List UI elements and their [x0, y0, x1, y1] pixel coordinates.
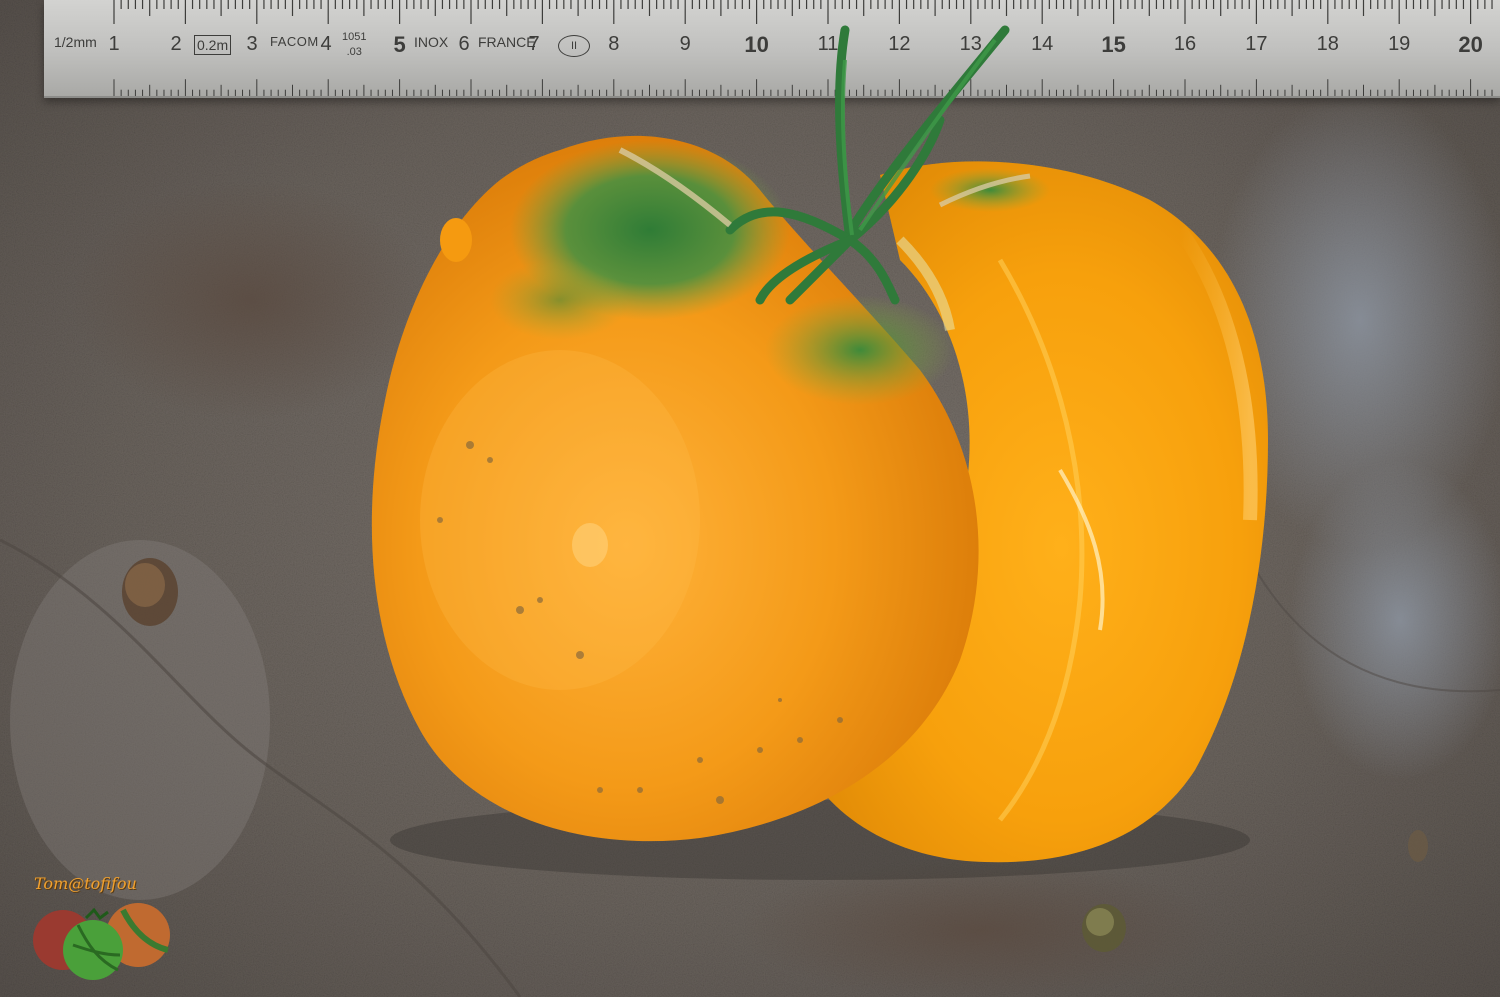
watermark-logo: Tom@tofifou [28, 872, 188, 982]
tomato-logo-icon [33, 903, 170, 980]
photo-scene: 1/2mm 0.2m FACOM 1051 .03 INOX FRANCE II… [0, 0, 1500, 997]
tomato [371, 25, 1268, 880]
